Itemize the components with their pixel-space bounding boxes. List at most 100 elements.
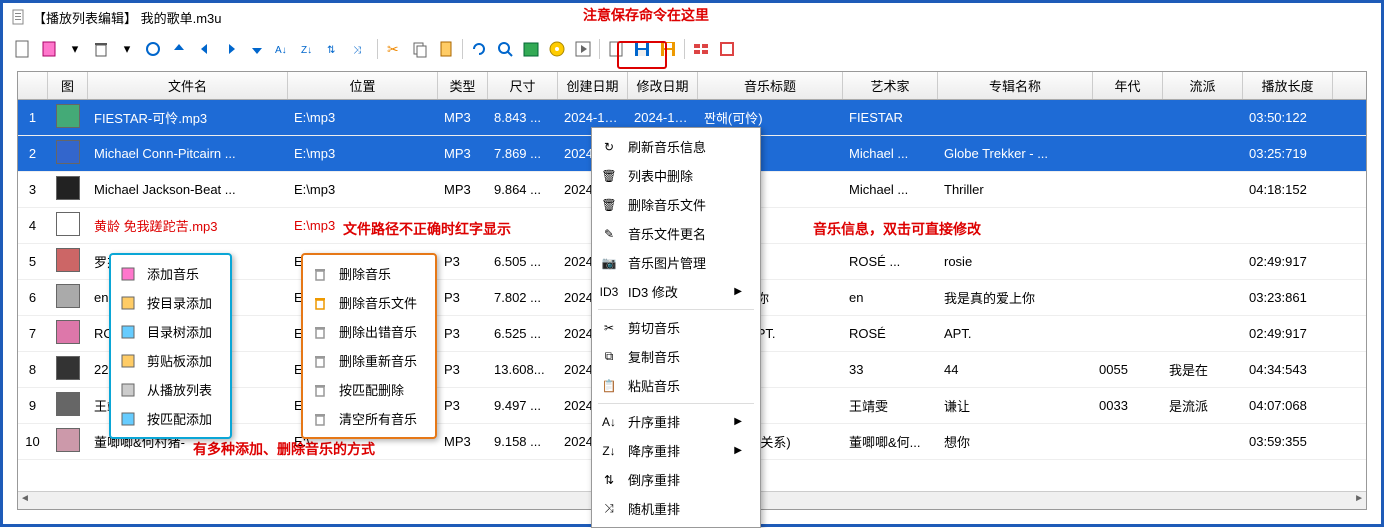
tool-refresh-icon[interactable] (141, 37, 165, 61)
row-genre[interactable] (1163, 186, 1243, 194)
tool-find-icon[interactable] (493, 37, 517, 61)
tool-undo-icon[interactable] (467, 37, 491, 61)
row-filename[interactable]: Michael Conn-Pitcairn ... (88, 142, 288, 165)
row-artist[interactable]: 董唧唧&何... (843, 428, 938, 455)
row-year[interactable] (1093, 294, 1163, 302)
menu-item-5[interactable]: 按匹配添加 (111, 404, 230, 433)
ctx-item-7[interactable]: ⧉复制音乐 (592, 342, 760, 371)
tool-save-as-icon[interactable] (656, 37, 680, 61)
tool-copy-icon[interactable] (408, 37, 432, 61)
menu-item-1[interactable]: 按目录添加 (111, 288, 230, 317)
tool-sort-az-icon[interactable]: A↓ (271, 37, 295, 61)
row-genre[interactable]: 我是在 (1163, 356, 1243, 383)
row-genre[interactable] (1163, 222, 1243, 230)
tool-shuffle-icon[interactable]: ⤨ (349, 37, 373, 61)
row-path[interactable]: E:\mp3 (288, 142, 438, 165)
tool-disc-icon[interactable] (545, 37, 569, 61)
tool-left-icon[interactable] (193, 37, 217, 61)
col-type[interactable]: 类型 (438, 72, 488, 99)
row-path[interactable]: E:\mp3 (288, 178, 438, 201)
row-year[interactable] (1093, 114, 1163, 122)
row-year[interactable]: 0055 (1093, 358, 1163, 381)
ctx-item-12[interactable]: ⤨随机重排 (592, 494, 760, 523)
row-year[interactable]: 0033 (1093, 394, 1163, 417)
tool-cut-icon[interactable]: ✂ (382, 37, 406, 61)
row-year[interactable] (1093, 438, 1163, 446)
row-album[interactable]: APT. (938, 322, 1093, 345)
ctx-item-3[interactable]: ✎音乐文件更名 (592, 219, 760, 248)
menu-item-0[interactable]: 删除音乐 (303, 259, 435, 288)
tool-calendar-icon[interactable] (519, 37, 543, 61)
col-create-date[interactable]: 创建日期 (558, 72, 628, 99)
row-artist[interactable]: en (843, 286, 938, 309)
col-genre[interactable]: 流派 (1163, 72, 1243, 99)
col-size[interactable]: 尺寸 (488, 72, 558, 99)
menu-item-1[interactable]: 删除音乐文件 (303, 288, 435, 317)
row-year[interactable] (1093, 150, 1163, 158)
ctx-item-11[interactable]: ⇅倒序重排 (592, 465, 760, 494)
col-path[interactable]: 位置 (288, 72, 438, 99)
tool-close-icon[interactable] (715, 37, 739, 61)
row-filename[interactable]: 黄龄 免我蹉跎苦.mp3 (88, 212, 288, 239)
tool-delete-icon[interactable] (89, 37, 113, 61)
tool-sort-za-icon[interactable]: Z↓ (297, 37, 321, 61)
row-year[interactable] (1093, 222, 1163, 230)
row-artist[interactable]: 33 (843, 358, 938, 381)
tool-dropdown-icon[interactable]: ▾ (63, 37, 87, 61)
row-genre[interactable] (1163, 150, 1243, 158)
ctx-item-10[interactable]: Z↓降序重排▶ (592, 436, 760, 465)
menu-item-2[interactable]: 删除出错音乐 (303, 317, 435, 346)
menu-item-2[interactable]: 目录树添加 (111, 317, 230, 346)
ctx-item-2[interactable]: 🗑删除音乐文件 (592, 190, 760, 219)
row-album[interactable] (938, 114, 1093, 122)
ctx-item-5[interactable]: ID3ID3 修改▶ (592, 277, 760, 306)
tool-up-icon[interactable] (167, 37, 191, 61)
tool-grid-icon[interactable] (689, 37, 713, 61)
row-year[interactable] (1093, 186, 1163, 194)
row-genre[interactable] (1163, 294, 1243, 302)
row-artist[interactable]: ROSÉ (843, 322, 938, 345)
row-artist[interactable]: Michael ... (843, 178, 938, 201)
row-genre[interactable] (1163, 438, 1243, 446)
ctx-item-9[interactable]: A↓升序重排▶ (592, 407, 760, 436)
tool-dropdown2-icon[interactable]: ▾ (115, 37, 139, 61)
col-modify-date[interactable]: 修改日期 (628, 72, 698, 99)
row-album[interactable]: Globe Trekker - ... (938, 142, 1093, 165)
row-genre[interactable] (1163, 258, 1243, 266)
col-thumbnail[interactable]: 图 (48, 72, 88, 99)
col-title[interactable]: 音乐标题 (698, 72, 843, 99)
tool-right-icon[interactable] (219, 37, 243, 61)
menu-item-4[interactable]: 按匹配删除 (303, 375, 435, 404)
col-year[interactable]: 年代 (1093, 72, 1163, 99)
tool-play-icon[interactable] (571, 37, 595, 61)
row-artist[interactable]: 王靖雯 (843, 392, 938, 419)
col-length[interactable]: 播放长度 (1243, 72, 1333, 99)
row-album[interactable]: 谦让 (938, 392, 1093, 419)
menu-item-3[interactable]: 剪贴板添加 (111, 346, 230, 375)
row-artist[interactable]: Michael ... (843, 142, 938, 165)
row-artist[interactable]: FIESTAR (843, 106, 938, 129)
menu-item-3[interactable]: 删除重新音乐 (303, 346, 435, 375)
row-genre[interactable] (1163, 114, 1243, 122)
row-filename[interactable]: Michael Jackson-Beat ... (88, 178, 288, 201)
col-album[interactable]: 专辑名称 (938, 72, 1093, 99)
ctx-item-0[interactable]: ↻刷新音乐信息 (592, 132, 760, 161)
col-number[interactable] (18, 72, 48, 99)
row-year[interactable] (1093, 330, 1163, 338)
ctx-item-8[interactable]: 📋粘贴音乐 (592, 371, 760, 400)
ctx-item-6[interactable]: ✂剪切音乐 (592, 313, 760, 342)
menu-item-0[interactable]: 添加音乐 (111, 259, 230, 288)
row-genre[interactable] (1163, 330, 1243, 338)
row-artist[interactable]: ROSÉ ... (843, 250, 938, 273)
tool-paste-icon[interactable] (37, 37, 61, 61)
tool-doc2-icon[interactable] (604, 37, 628, 61)
row-path[interactable]: E:\mp3 (288, 106, 438, 129)
row-album[interactable]: Thriller (938, 178, 1093, 201)
row-album[interactable]: 我是真的爱上你 (938, 284, 1093, 311)
row-filename[interactable]: FIESTAR-可怜.mp3 (88, 104, 288, 131)
ctx-item-4[interactable]: 📷音乐图片管理 (592, 248, 760, 277)
menu-item-5[interactable]: 清空所有音乐 (303, 404, 435, 433)
menu-item-4[interactable]: 从播放列表 (111, 375, 230, 404)
row-album[interactable]: 想你 (938, 428, 1093, 455)
col-filename[interactable]: 文件名 (88, 72, 288, 99)
